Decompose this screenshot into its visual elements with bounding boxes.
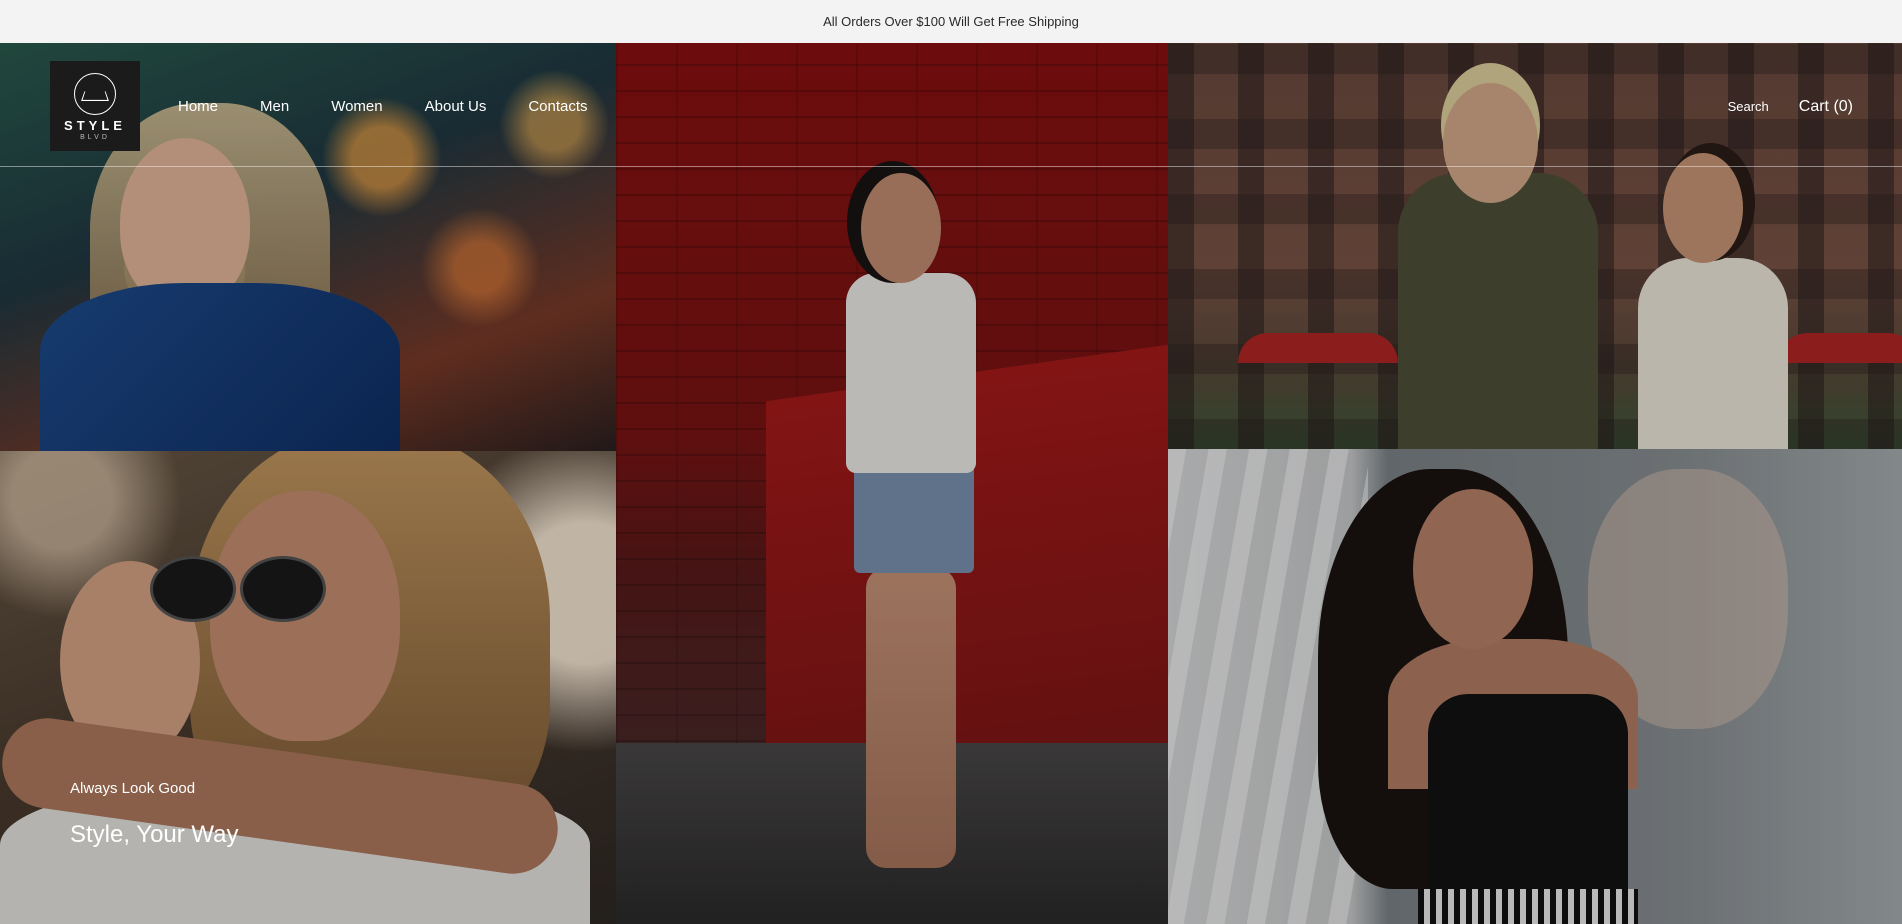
hero-headline: Style, Your Way [70,821,239,848]
site-header: STYLE BLVD Home Men Women About Us Conta… [0,43,1902,167]
hanger-icon [74,73,116,115]
announcement-text: All Orders Over $100 Will Get Free Shipp… [823,14,1079,29]
logo[interactable]: STYLE BLVD [50,61,140,151]
photo-woman-black-top [1168,449,1902,924]
nav-about-us[interactable]: About Us [425,98,487,115]
logo-name: STYLE [64,118,126,133]
nav-men[interactable]: Men [260,98,289,115]
nav-contacts[interactable]: Contacts [528,98,587,115]
photo-couple-sunglasses [0,451,616,924]
header-utilities: Search Cart (0) [1728,98,1853,116]
hero-kicker: Always Look Good [70,780,196,797]
search-link[interactable]: Search [1728,99,1769,114]
logo-sub: BLVD [80,134,110,141]
main-nav: Home Men Women About Us Contacts [178,98,588,115]
hero-collage [0,43,1902,924]
photo-woman-red-wall [616,43,1168,924]
cart-link[interactable]: Cart (0) [1799,98,1853,116]
nav-home[interactable]: Home [178,98,218,115]
nav-women[interactable]: Women [331,98,382,115]
announcement-bar: All Orders Over $100 Will Get Free Shipp… [0,0,1902,43]
hero-caption: Always Look Good Style, Your Way [70,780,239,849]
